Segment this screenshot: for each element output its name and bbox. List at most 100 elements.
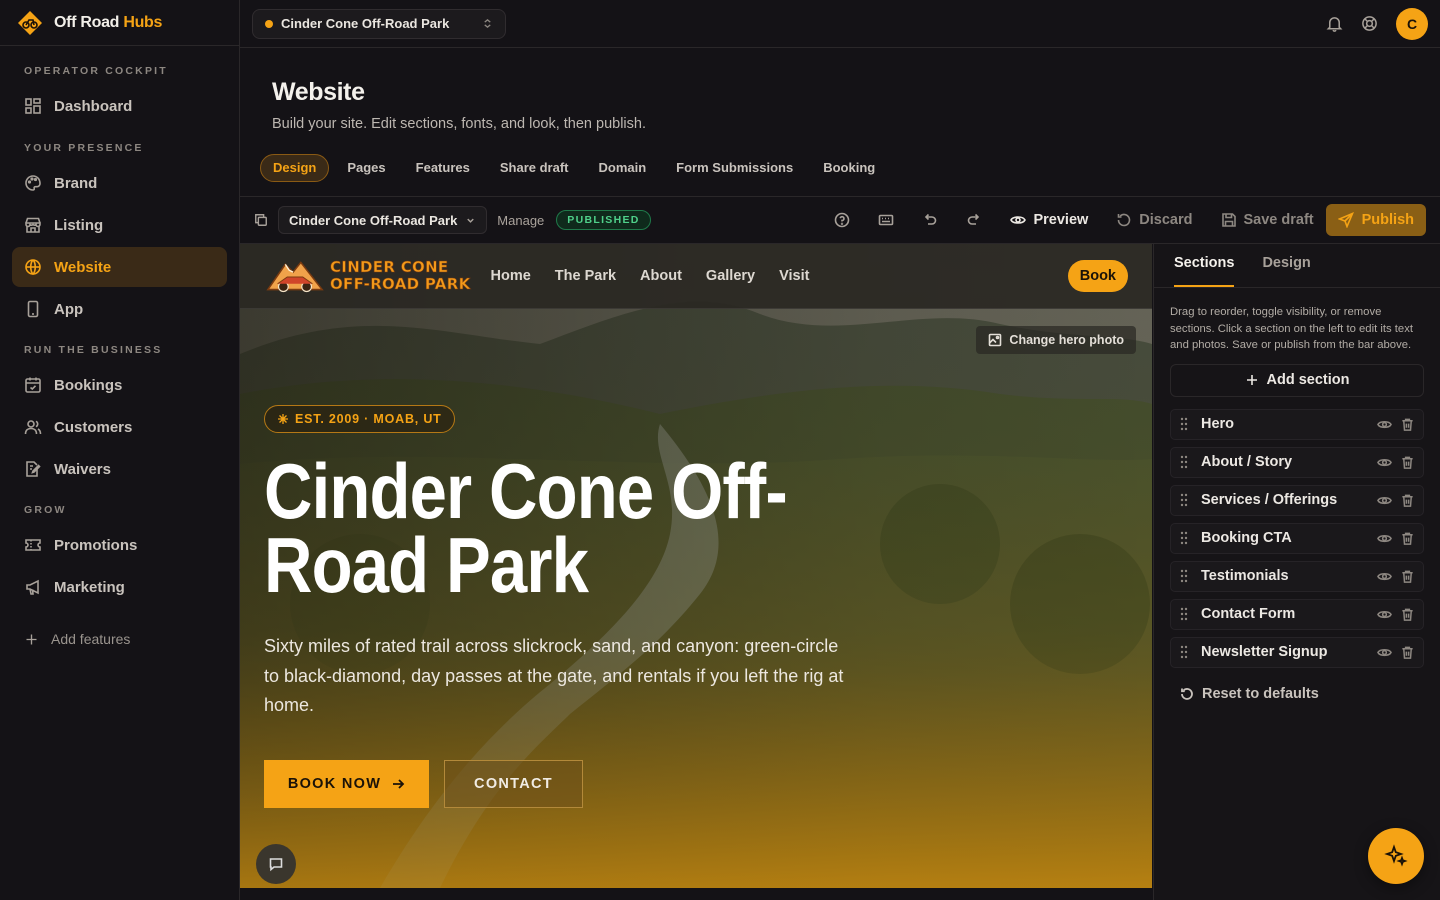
sidebar-item-bookings[interactable]: Bookings — [12, 365, 227, 405]
eye-icon[interactable] — [1377, 493, 1392, 508]
site-nav-visit[interactable]: Visit — [779, 268, 809, 284]
trash-icon[interactable] — [1400, 569, 1415, 584]
save-draft-button[interactable]: Save draft — [1221, 212, 1314, 228]
add-section-button[interactable]: Add section — [1170, 363, 1424, 397]
hero-title[interactable]: Cinder Cone Off-Road Park — [264, 452, 832, 604]
hero-book-now-button[interactable]: BOOK NOW — [264, 760, 429, 808]
nav-group-business: RUN THE BUSINESS Bookings Customers Waiv… — [0, 343, 239, 489]
tab-form-submissions[interactable]: Form Submissions — [664, 154, 805, 182]
site-logo-mark-icon — [266, 261, 324, 293]
site-nav-home[interactable]: Home — [491, 268, 531, 284]
site-book-button[interactable]: Book — [1067, 260, 1128, 292]
site-switcher[interactable]: Cinder Cone Off-Road Park — [252, 8, 506, 39]
help-circle-icon[interactable] — [834, 212, 850, 228]
section-row[interactable]: Contact Form — [1170, 598, 1424, 630]
section-row[interactable]: Testimonials — [1170, 560, 1424, 592]
est-badge: EST. 2009 · MOAB, UT — [264, 405, 455, 433]
eye-icon[interactable] — [1377, 531, 1392, 546]
tab-booking[interactable]: Booking — [811, 154, 887, 182]
sidebar-item-label: Waivers — [54, 460, 111, 478]
section-row[interactable]: Booking CTA — [1170, 522, 1424, 554]
sidebar-item-marketing[interactable]: Marketing — [12, 567, 227, 607]
copy-icon[interactable] — [254, 213, 268, 227]
section-name: Services / Offerings — [1201, 492, 1338, 508]
change-hero-photo-button[interactable]: Change hero photo — [976, 326, 1136, 354]
reset-to-defaults-button[interactable]: Reset to defaults — [1180, 686, 1424, 702]
sidebar-item-customers[interactable]: Customers — [12, 407, 227, 447]
eye-icon[interactable] — [1377, 607, 1392, 622]
dashboard-icon — [25, 98, 41, 114]
brand[interactable]: Off Road Hubs — [0, 0, 239, 46]
add-features-button[interactable]: Add features — [12, 619, 227, 659]
undo-icon[interactable] — [922, 212, 938, 228]
tab-pages[interactable]: Pages — [335, 154, 397, 182]
trash-icon[interactable] — [1400, 607, 1415, 622]
publish-button[interactable]: Publish — [1325, 204, 1426, 236]
chat-bubble-icon — [269, 858, 283, 872]
discard-label: Discard — [1139, 212, 1193, 228]
drag-handle-icon[interactable] — [1179, 645, 1189, 659]
save-draft-label: Save draft — [1243, 212, 1314, 228]
drag-handle-icon[interactable] — [1179, 455, 1189, 469]
hero-contact-button[interactable]: CONTACT — [444, 760, 583, 808]
drag-handle-icon[interactable] — [1179, 569, 1189, 583]
ai-assistant-button[interactable] — [1368, 828, 1424, 884]
sidebar-item-website[interactable]: Website — [12, 247, 227, 287]
status-badge: PUBLISHED — [556, 210, 651, 230]
section-row[interactable]: Services / Offerings — [1170, 484, 1424, 516]
page-title: Website — [272, 78, 365, 106]
trash-icon[interactable] — [1400, 531, 1415, 546]
site-preview[interactable]: CINDER CONE OFF-ROAD PARK Home The Park … — [240, 244, 1152, 888]
sidebar-item-waivers[interactable]: Waivers — [12, 449, 227, 489]
panel-tab-design[interactable]: Design — [1262, 243, 1310, 287]
section-row[interactable]: Newsletter Signup — [1170, 636, 1424, 668]
trash-icon[interactable] — [1400, 645, 1415, 660]
site-nav-the-park[interactable]: The Park — [555, 268, 616, 284]
tab-design[interactable]: Design — [260, 154, 330, 182]
sidebar-item-listing[interactable]: Listing — [12, 205, 227, 245]
site-nav-about[interactable]: About — [640, 268, 682, 284]
panel-tab-sections[interactable]: Sections — [1174, 243, 1235, 287]
sidebar-item-promotions[interactable]: Promotions — [12, 525, 227, 565]
sidebar-item-dashboard[interactable]: Dashboard — [12, 86, 227, 126]
manage-link[interactable]: Manage — [497, 213, 544, 228]
section-actions — [1377, 607, 1415, 622]
brand-logo-icon — [18, 10, 42, 35]
add-section-label: Add section — [1266, 372, 1350, 388]
section-actions — [1377, 455, 1415, 470]
site-nav-gallery[interactable]: Gallery — [706, 268, 755, 284]
nav-heading: OPERATOR COCKPIT — [24, 65, 168, 77]
site-nav-links: Home The Park About Gallery Visit — [491, 268, 810, 284]
site-logo[interactable]: CINDER CONE OFF-ROAD PARK — [264, 256, 471, 296]
chat-button[interactable] — [256, 844, 296, 884]
trash-icon[interactable] — [1400, 493, 1415, 508]
sidebar-item-app[interactable]: App — [12, 289, 227, 329]
hero-description[interactable]: Sixty miles of rated trail across slickr… — [264, 632, 844, 721]
drag-handle-icon[interactable] — [1179, 531, 1189, 545]
sidebar-item-brand[interactable]: Brand — [12, 163, 227, 203]
bell-icon[interactable] — [1326, 15, 1343, 32]
tab-domain[interactable]: Domain — [587, 154, 659, 182]
waiver-icon — [26, 461, 41, 477]
page-site-select[interactable]: Cinder Cone Off-Road Park — [278, 206, 488, 234]
trash-icon[interactable] — [1400, 417, 1415, 432]
keyboard-icon[interactable] — [878, 212, 894, 228]
avatar[interactable]: C — [1396, 7, 1428, 40]
nav-heading: RUN THE BUSINESS — [24, 344, 163, 356]
eye-icon[interactable] — [1377, 455, 1392, 470]
preview-button[interactable]: Preview — [1010, 212, 1088, 228]
redo-icon[interactable] — [966, 212, 982, 228]
discard-button[interactable]: Discard — [1116, 212, 1193, 228]
drag-handle-icon[interactable] — [1179, 607, 1189, 621]
help-lifebuoy-icon[interactable] — [1361, 15, 1378, 32]
eye-icon[interactable] — [1377, 645, 1392, 660]
tab-features[interactable]: Features — [404, 154, 482, 182]
eye-icon[interactable] — [1377, 417, 1392, 432]
tab-share-draft[interactable]: Share draft — [488, 154, 581, 182]
drag-handle-icon[interactable] — [1179, 493, 1189, 507]
trash-icon[interactable] — [1400, 455, 1415, 470]
section-row[interactable]: About / Story — [1170, 446, 1424, 478]
drag-handle-icon[interactable] — [1179, 417, 1189, 431]
section-row[interactable]: Hero — [1170, 408, 1424, 440]
eye-icon[interactable] — [1377, 569, 1392, 584]
